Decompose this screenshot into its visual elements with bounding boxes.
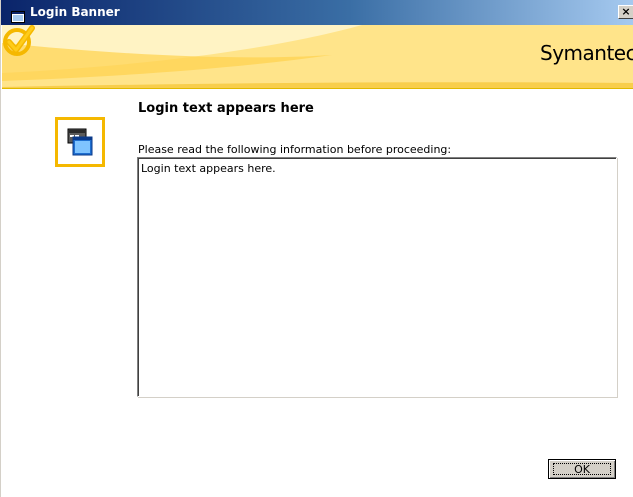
login-banner-window: Login Banner × Symantec. Login text appe… (0, 0, 633, 497)
brand-logo-text: Symantec. (540, 41, 633, 65)
banner-swoosh-graphic (2, 25, 633, 88)
checkmark-icon (3, 25, 35, 56)
window-app-icon (11, 8, 25, 23)
close-icon: × (621, 5, 631, 18)
instructions-label: Please read the following information be… (138, 143, 452, 156)
terminal-window-icon (55, 117, 105, 167)
window-title: Login Banner (30, 5, 120, 19)
page-title: Login text appears here (138, 101, 314, 116)
title-bar[interactable]: Login Banner × (1, 0, 633, 25)
ok-button[interactable]: OK (548, 459, 616, 479)
close-button[interactable]: × (618, 5, 633, 19)
login-message-textarea[interactable]: Login text appears here. (137, 157, 617, 397)
ok-button-label: OK (553, 463, 611, 476)
header-banner: Symantec. (2, 25, 633, 89)
